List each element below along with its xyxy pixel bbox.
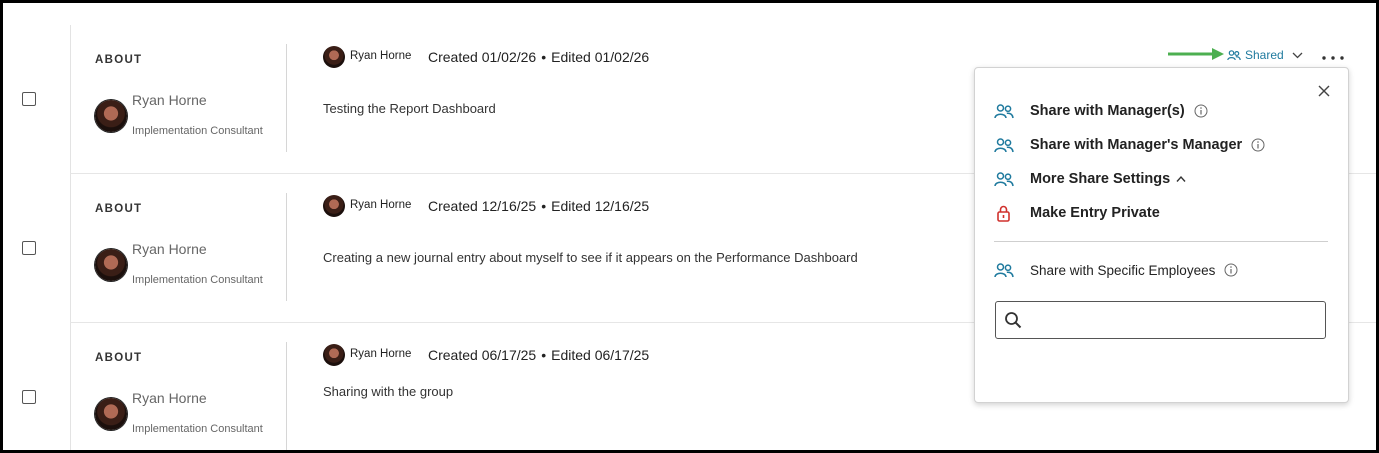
popup-divider [994,241,1328,242]
people-icon [994,171,1014,186]
column-divider [286,342,287,450]
author-name: Ryan Horne [350,50,412,62]
people-icon [994,137,1014,152]
option-label: More Share Settings [1030,171,1171,187]
make-entry-private-option[interactable]: Make Entry Private [994,205,1160,222]
meta-separator: • [541,198,547,214]
meta-separator: • [541,49,547,65]
entry-dates: Created 12/16/25 • Edited 12/16/25 [428,198,649,214]
meta-separator: • [541,347,547,363]
more-options-button[interactable] [1321,49,1345,61]
about-label: ABOUT [95,203,143,215]
people-icon [994,103,1014,118]
edited-date: Edited 06/17/25 [551,347,650,363]
about-title: Implementation Consultant [132,274,263,286]
specific-employees-text: Share with Specific Employees [1030,262,1216,278]
entry-checkbox[interactable] [22,390,36,404]
about-name[interactable]: Ryan Horne [132,390,207,406]
search-icon [1005,312,1022,329]
column-divider [286,44,287,152]
created-date: Created 12/16/25 [428,198,537,214]
created-date: Created 01/02/26 [428,49,537,65]
about-avatar [95,249,127,281]
author-avatar [323,195,345,217]
author-name: Ryan Horne [350,199,412,211]
about-avatar [95,100,127,132]
entry-checkbox[interactable] [22,241,36,255]
column-divider [286,193,287,301]
lock-icon [997,205,1010,222]
about-title: Implementation Consultant [132,423,263,435]
entry-dates: Created 01/02/26 • Edited 01/02/26 [428,49,649,65]
annotation-arrow [1168,48,1224,60]
about-title: Implementation Consultant [132,125,263,137]
edited-date: Edited 01/02/26 [551,49,650,65]
more-horizontal-icon [1322,56,1344,60]
about-label: ABOUT [95,54,143,66]
people-icon [994,262,1014,277]
option-label: Make Entry Private [1030,205,1160,221]
entry-checkbox[interactable] [22,92,36,106]
entry-dates: Created 06/17/25 • Edited 06/17/25 [428,347,649,363]
entry-text: Sharing with the group [323,384,454,399]
share-with-specific-employees-label: Share with Specific Employees [994,262,1238,278]
people-icon [1227,49,1241,60]
journal-entries-view: ABOUT Ryan Horne Implementation Consulta… [0,0,1379,453]
author-name: Ryan Horne [350,348,412,360]
shared-label: Shared [1245,48,1284,62]
info-icon[interactable] [1251,138,1265,152]
about-label: ABOUT [95,352,143,364]
about-name[interactable]: Ryan Horne [132,92,207,108]
author-avatar [323,46,345,68]
share-with-managers-manager-option[interactable]: Share with Manager's Manager [994,137,1265,153]
edited-date: Edited 12/16/25 [551,198,650,214]
created-date: Created 06/17/25 [428,347,537,363]
employee-search-input[interactable] [1028,304,1325,336]
info-icon[interactable] [1194,104,1208,118]
close-icon[interactable] [1316,83,1332,99]
shared-dropdown-button[interactable]: Shared [1227,48,1303,62]
option-label: Share with Manager's Manager [1030,137,1243,153]
info-icon[interactable] [1224,263,1238,277]
about-avatar [95,398,127,430]
more-share-settings-toggle[interactable]: More Share Settings [994,171,1186,187]
employee-search-field[interactable] [995,301,1326,339]
entry-text: Testing the Report Dashboard [323,101,496,116]
entry-text: Creating a new journal entry about mysel… [323,250,858,265]
share-with-managers-option[interactable]: Share with Manager(s) [994,103,1208,119]
about-name[interactable]: Ryan Horne [132,241,207,257]
chevron-down-icon [1292,52,1303,58]
chevron-up-icon [1176,175,1186,182]
author-avatar [323,344,345,366]
option-label: Share with Manager(s) [1030,103,1185,119]
